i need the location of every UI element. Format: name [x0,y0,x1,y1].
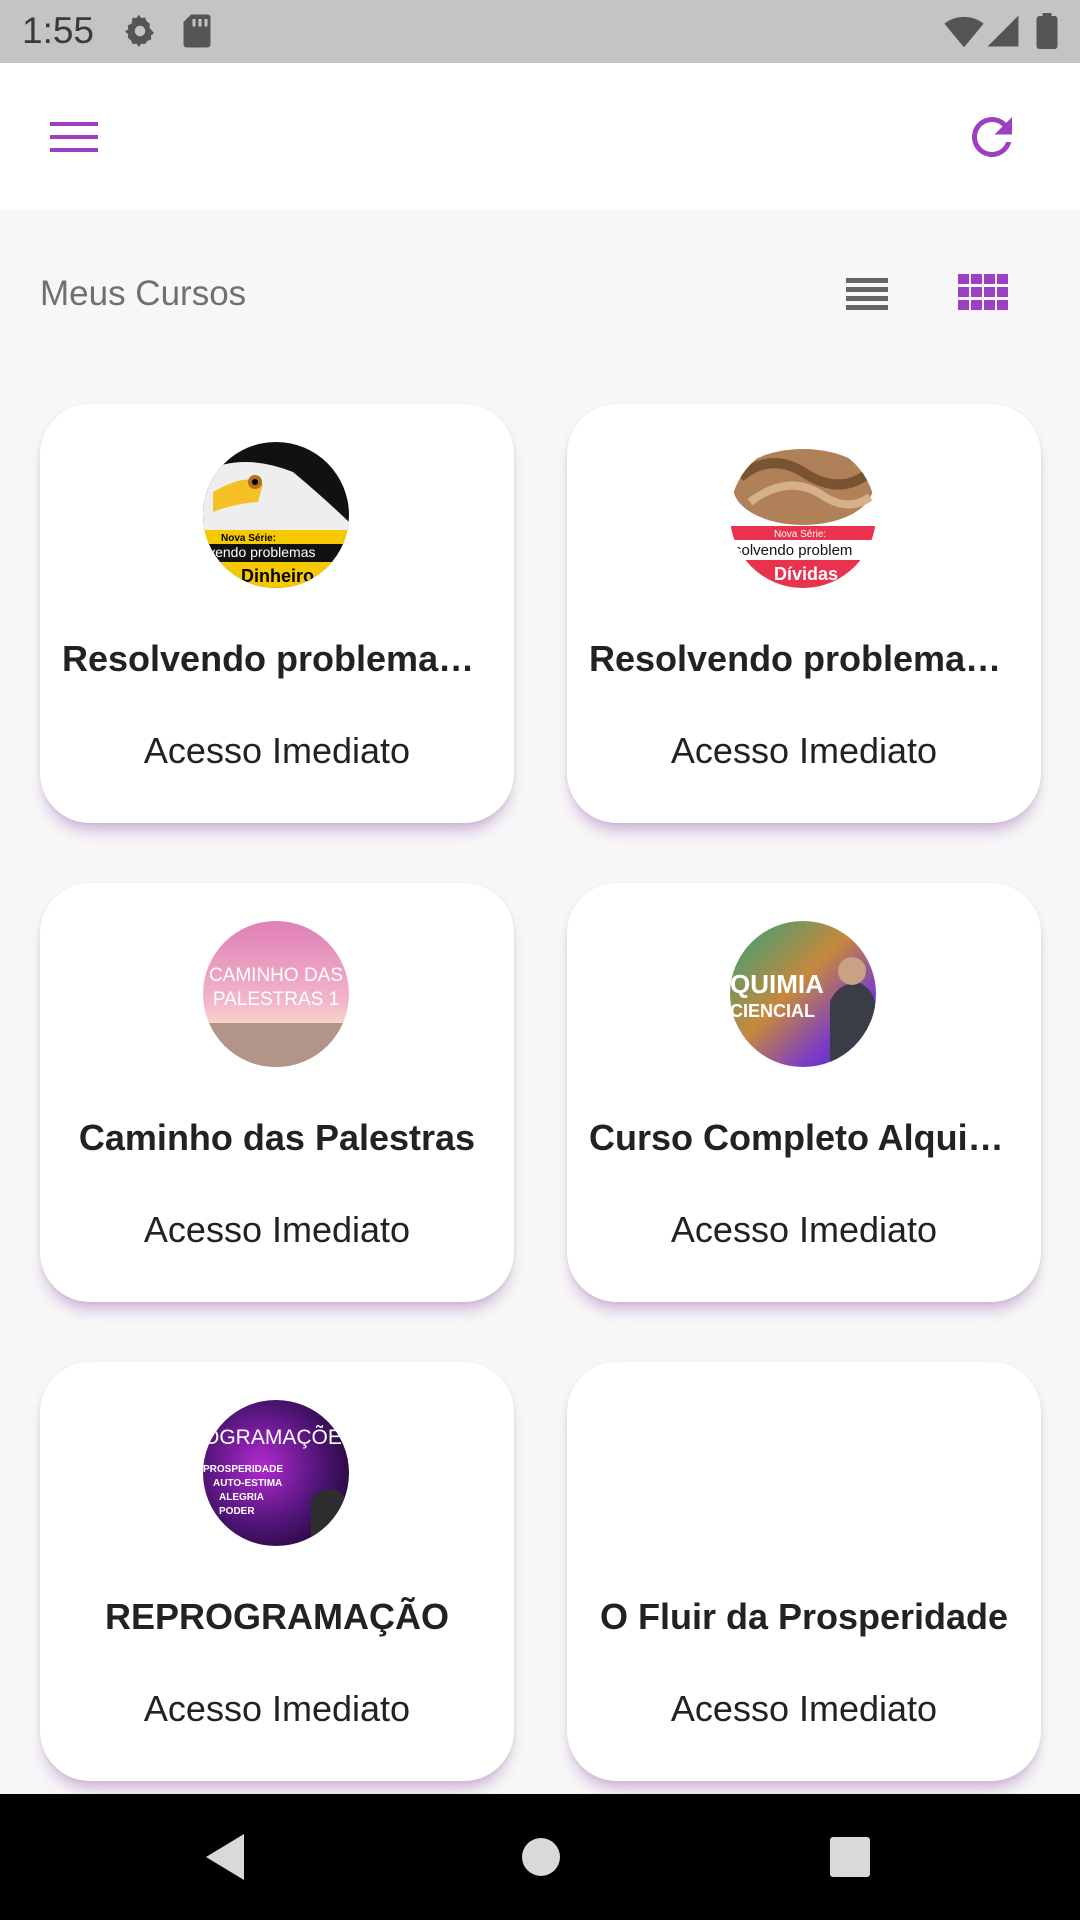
thumbnail-line1: OGRAMAÇÕES [203,1425,349,1449]
thumbnail-list-item: PODER [219,1506,255,1517]
course-thumbnail: Nova Série: lvendo problemas Dinheiro [203,442,349,588]
thumbnail-line2: Dívidas [774,564,838,584]
course-thumbnail: CAMINHO DAS PALESTRAS 1 [203,921,349,1067]
course-subtitle: Acesso Imediato [143,1209,411,1250]
course-subtitle: Acesso Imediato [670,730,938,771]
thumbnail-line1: lvendo problemas [205,544,316,560]
thumbnail-line2: PALESTRAS 1 [213,989,339,1010]
course-subtitle: Acesso Imediato [670,1688,938,1729]
courses-content[interactable]: Meus Cursos Nova Série: lvendo problemas… [0,210,1080,1794]
course-card[interactable]: O Fluir da Prosperidade Acesso Imediato [567,1362,1041,1781]
recents-icon [830,1837,870,1877]
back-icon [206,1834,244,1880]
course-card[interactable]: CAMINHO DAS PALESTRAS 1 Caminho das Pale… [40,883,514,1302]
thumbnail-series: Nova Série: [774,529,826,540]
thumbnail-list-item: PROSPERIDADE [203,1464,283,1475]
course-card[interactable]: OGRAMAÇÕES PROSPERIDADE AUTO-ESTIMA ALEG… [40,1362,514,1781]
course-title: REPROGRAMAÇÃO [104,1596,449,1637]
refresh-icon [971,116,1012,157]
thumbnail-line1: QUIMIA [730,969,824,999]
system-nav-bar [0,1794,1080,1920]
course-title: O Fluir da Prosperidade [599,1596,1009,1637]
app-bar [0,63,1080,210]
thumbnail-line1: solvendo problem [734,542,852,559]
course-card[interactable]: Nova Série: lvendo problemas Dinheiro Re… [40,404,514,823]
course-thumbnail: OGRAMAÇÕES PROSPERIDADE AUTO-ESTIMA ALEG… [203,1400,349,1546]
course-title: Resolvendo problemas - Dívidas [589,638,1019,679]
refresh-button[interactable] [962,107,1022,167]
status-bar: 1:55 [0,0,1080,63]
course-subtitle: Acesso Imediato [143,1688,411,1729]
home-button[interactable] [514,1830,568,1889]
course-subtitle: Acesso Imediato [670,1209,938,1250]
section-title: Meus Cursos [40,274,247,313]
course-thumbnail: Nova Série: solvendo problem Dívidas [730,442,876,588]
list-view-icon [846,278,888,310]
back-button[interactable] [200,1830,250,1889]
home-icon [522,1838,560,1876]
course-title: Caminho das Palestras [78,1117,476,1158]
battery-icon [1036,13,1058,54]
sd-card-icon [182,13,212,54]
status-time: 1:55 [22,10,95,51]
course-thumbnail: QUIMIA CIENCIAL [730,921,876,1067]
thumbnail-list-item: AUTO-ESTIMA [213,1478,282,1489]
thumbnail-line2: CIENCIAL [730,1001,815,1021]
course-title: Curso Completo Alquimia [589,1117,1019,1158]
course-subtitle: Acesso Imediato [143,730,411,771]
signal-icon [986,13,1020,54]
recents-button[interactable] [828,1830,872,1889]
course-title: Resolvendo problemas - Dinheiro [62,638,492,679]
grid-view-icon [958,274,1008,310]
thumbnail-series: Nova Série: [221,533,276,544]
settings-icon [122,13,158,54]
thumbnail-line2: Dinheiro [241,566,314,586]
menu-button[interactable] [44,113,104,163]
wifi-icon [944,13,984,54]
thumbnail-list-item: ALEGRIA [219,1492,264,1503]
thumbnail-line1: CAMINHO DAS [209,965,343,986]
course-card[interactable]: QUIMIA CIENCIAL Curso Completo Alquimia … [567,883,1041,1302]
grid-view-button[interactable] [956,270,1012,320]
hamburger-menu-icon [50,122,98,152]
list-view-button[interactable] [842,272,892,318]
course-card[interactable]: Nova Série: solvendo problem Dívidas Res… [567,404,1041,823]
